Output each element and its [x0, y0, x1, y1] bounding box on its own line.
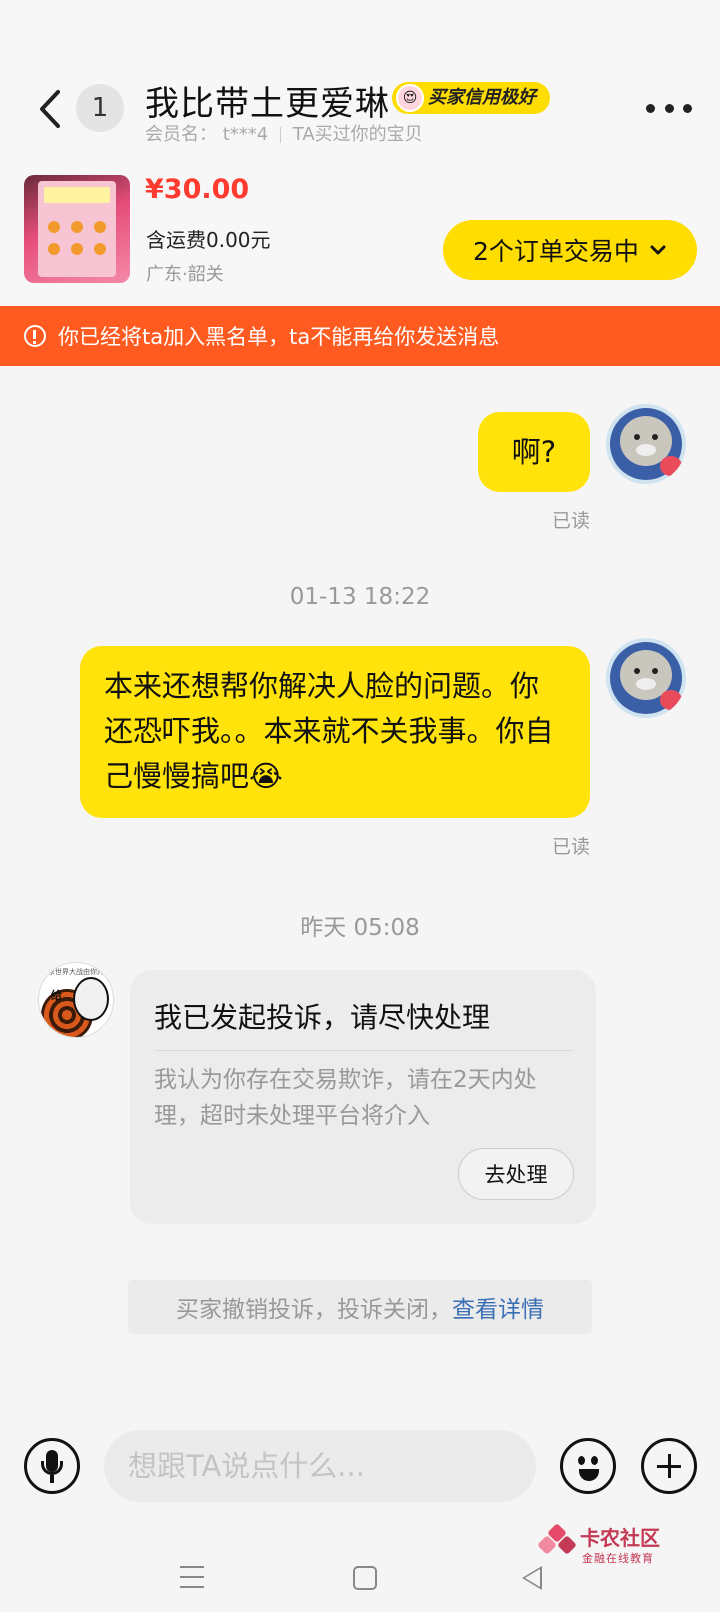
heart-eyes-emoji-icon: 😍 [396, 84, 424, 112]
view-details-link[interactable]: 查看详情 [452, 1290, 544, 1324]
divider [154, 1050, 574, 1051]
complaint-body: 我认为你存在交易欺诈，请在2天内处理，超时未处理平台将介入 [154, 1067, 537, 1129]
message-bubble-mine[interactable]: 啊? [478, 412, 590, 492]
orders-button-label: 2个订单交易中 [473, 237, 639, 266]
product-price: ¥30.00 [145, 174, 250, 205]
message-text: 本来还想帮你解决人脸的问题。你还恐吓我。。本来就不关我事。你自己慢慢搞吧😭 [104, 669, 554, 793]
read-receipt: 已读 [552, 836, 591, 858]
timestamp: 昨天 05:08 [300, 915, 420, 941]
product-thumbnail[interactable] [24, 175, 130, 283]
microphone-icon[interactable] [24, 1438, 80, 1494]
complaint-title: 我已发起投诉，请尽快处理 [154, 1001, 491, 1034]
member-label: 会员名： [145, 124, 217, 145]
chevron-down-icon [650, 245, 666, 255]
message-bubble-mine[interactable]: 本来还想帮你解决人脸的问题。你还恐吓我。。本来就不关我事。你自己慢慢搞吧😭 [80, 646, 590, 818]
back-triangle-icon[interactable] [522, 1566, 542, 1590]
contact-nickname: 我比带土更爱琳 [145, 84, 390, 124]
buyer-avatar[interactable]: 跪求世界大战由你开 给 [38, 962, 114, 1038]
handle-complaint-button[interactable]: 去处理 [458, 1148, 574, 1200]
unread-count-badge[interactable]: 1 [76, 84, 124, 132]
credit-badge-label: 买家信用极好 [428, 87, 536, 108]
input-bar [0, 1412, 720, 1522]
my-avatar[interactable] [606, 404, 686, 484]
member-id: t***4 [222, 124, 269, 145]
complaint-card: 我已发起投诉，请尽快处理 我认为你存在交易欺诈，请在2天内处理，超时未处理平台将… [130, 970, 596, 1224]
more-options-icon[interactable] [646, 100, 692, 116]
member-info: 会员名： t***4 TA买过你的宝贝 [145, 120, 423, 146]
divider [279, 127, 281, 143]
chevron-left-icon [40, 90, 60, 128]
blacklist-text: 你已经将ta加入黑名单，ta不能再给你发送消息 [58, 325, 500, 349]
member-note: TA买过你的宝贝 [292, 124, 423, 145]
message-input[interactable] [104, 1430, 536, 1502]
shipping-fee: 含运费0.00元 [146, 228, 271, 252]
timestamp: 01-13 18:22 [289, 584, 431, 610]
home-icon[interactable] [353, 1566, 377, 1590]
recent-apps-icon[interactable] [180, 1566, 204, 1588]
message-text: 啊? [511, 434, 557, 469]
system-navigation-bar [0, 1540, 720, 1612]
credit-badge: 😍 买家信用极好 [392, 82, 550, 114]
alert-icon [24, 325, 46, 347]
avatar-give-text: 给 [51, 989, 62, 1002]
emoji-icon[interactable] [560, 1438, 616, 1494]
orders-in-progress-button[interactable]: 2个订单交易中 [443, 220, 697, 280]
blacklist-banner: 你已经将ta加入黑名单，ta不能再给你发送消息 [0, 306, 720, 366]
read-receipt: 已读 [552, 510, 591, 532]
back-button[interactable] [30, 84, 70, 134]
plus-icon[interactable] [641, 1438, 697, 1494]
avatar-caption: 跪求世界大战由你开 [41, 968, 104, 976]
system-notice: 买家撤销投诉，投诉关闭， 查看详情 [128, 1280, 592, 1334]
notice-text: 买家撤销投诉，投诉关闭， [176, 1297, 452, 1323]
product-location: 广东·韶关 [146, 264, 224, 285]
my-avatar[interactable] [606, 638, 686, 718]
